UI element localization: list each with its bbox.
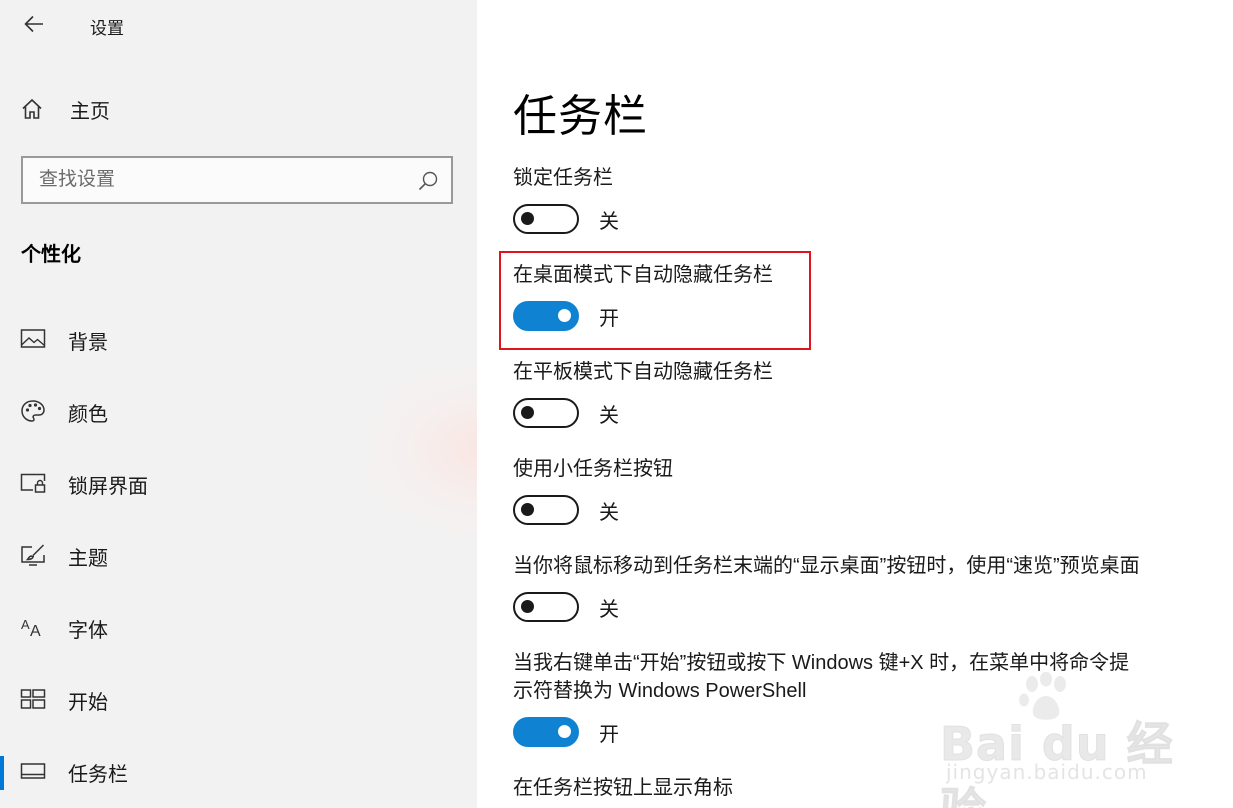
font-icon: A A — [20, 615, 46, 639]
sidebar-item-label: 背景 — [68, 332, 108, 354]
setting-badges: 在任务栏按钮上显示角标 — [513, 774, 1193, 802]
home-link[interactable]: 主页 — [20, 92, 110, 126]
sidebar-item-label: 任务栏 — [68, 764, 128, 786]
setting-peek: 当你将鼠标移动到任务栏末端的“显示桌面”按钮时，使用“速览”预览桌面 关 — [513, 552, 1193, 622]
setting-label-line2: 示符替换为 Windows PowerShell — [513, 680, 807, 702]
sidebar-item-taskbar[interactable]: 任务栏 — [0, 748, 477, 794]
svg-text:A: A — [21, 617, 30, 632]
powershell-toggle[interactable] — [513, 717, 579, 747]
autohide-desktop-toggle[interactable] — [513, 301, 579, 331]
toggle-knob — [558, 725, 571, 738]
toggle-state: 关 — [599, 598, 619, 621]
picture-icon — [20, 327, 46, 351]
sidebar-item-start[interactable]: 开始 — [0, 676, 477, 722]
search-box[interactable] — [21, 156, 453, 204]
sidebar-item-colors[interactable]: 颜色 — [0, 388, 477, 434]
setting-label-line1: 当我右键单击“开始”按钮或按下 Windows 键+X 时，在菜单中将命令提 — [513, 652, 1130, 674]
taskbar-icon — [20, 759, 46, 783]
sidebar-item-label: 主题 — [68, 548, 108, 570]
theme-brush-icon — [20, 543, 46, 567]
toggle-state: 关 — [599, 501, 619, 524]
active-indicator — [0, 756, 4, 790]
sidebar-item-themes[interactable]: 主题 — [0, 532, 477, 578]
sidebar-item-label: 开始 — [68, 692, 108, 714]
main-content: 任务栏 锁定任务栏 关 在桌面模式下自动隐藏任务栏 开 在平板模式下自动隐藏任务… — [477, 0, 1233, 808]
page-title: 任务栏 — [513, 92, 648, 141]
toggle-knob — [521, 406, 534, 419]
back-button[interactable] — [20, 10, 48, 38]
sidebar-item-fonts[interactable]: A A 字体 — [0, 604, 477, 650]
setting-label: 当你将鼠标移动到任务栏末端的“显示桌面”按钮时，使用“速览”预览桌面 — [513, 555, 1140, 577]
toggle-knob — [558, 309, 571, 322]
peek-toggle[interactable] — [513, 592, 579, 622]
small-buttons-toggle[interactable] — [513, 495, 579, 525]
setting-label: 在任务栏按钮上显示角标 — [513, 777, 733, 799]
home-icon — [20, 97, 48, 121]
palette-icon — [20, 399, 46, 423]
lock-screen-icon — [20, 471, 46, 495]
sidebar-item-label: 字体 — [68, 620, 108, 642]
setting-label: 在桌面模式下自动隐藏任务栏 — [513, 264, 773, 286]
section-title: 个性化 — [21, 244, 81, 266]
sidebar-item-background[interactable]: 背景 — [0, 316, 477, 362]
svg-text:A: A — [30, 623, 41, 638]
setting-lock-taskbar: 锁定任务栏 关 — [513, 164, 1193, 234]
app-title: 设置 — [90, 19, 124, 38]
setting-autohide-tablet: 在平板模式下自动隐藏任务栏 关 — [513, 358, 1193, 428]
toggle-state: 开 — [599, 307, 619, 330]
background-glow — [360, 360, 477, 540]
lock-taskbar-toggle[interactable] — [513, 204, 579, 234]
home-label: 主页 — [70, 100, 110, 123]
setting-label: 使用小任务栏按钮 — [513, 458, 673, 480]
sidebar: 设置 主页 个性化 背景 — [0, 0, 477, 808]
sidebar-item-label: 锁屏界面 — [68, 476, 148, 498]
toggle-state: 开 — [599, 723, 619, 746]
start-tiles-icon — [20, 687, 46, 711]
sidebar-item-lock-screen[interactable]: 锁屏界面 — [0, 460, 477, 506]
autohide-tablet-toggle[interactable] — [513, 398, 579, 428]
search-input[interactable] — [23, 158, 451, 202]
setting-label: 在平板模式下自动隐藏任务栏 — [513, 361, 773, 383]
toggle-knob — [521, 212, 534, 225]
toggle-knob — [521, 600, 534, 613]
setting-label: 锁定任务栏 — [513, 167, 613, 189]
arrow-left-icon — [24, 15, 43, 33]
toggle-state: 关 — [599, 210, 619, 233]
search-icon[interactable] — [417, 170, 439, 192]
setting-autohide-desktop: 在桌面模式下自动隐藏任务栏 开 — [513, 261, 1193, 331]
sidebar-item-label: 颜色 — [68, 404, 108, 426]
setting-powershell: 当我右键单击“开始”按钮或按下 Windows 键+X 时，在菜单中将命令提 示… — [513, 649, 1193, 747]
toggle-knob — [521, 503, 534, 516]
setting-small-buttons: 使用小任务栏按钮 关 — [513, 455, 1193, 525]
toggle-state: 关 — [599, 404, 619, 427]
